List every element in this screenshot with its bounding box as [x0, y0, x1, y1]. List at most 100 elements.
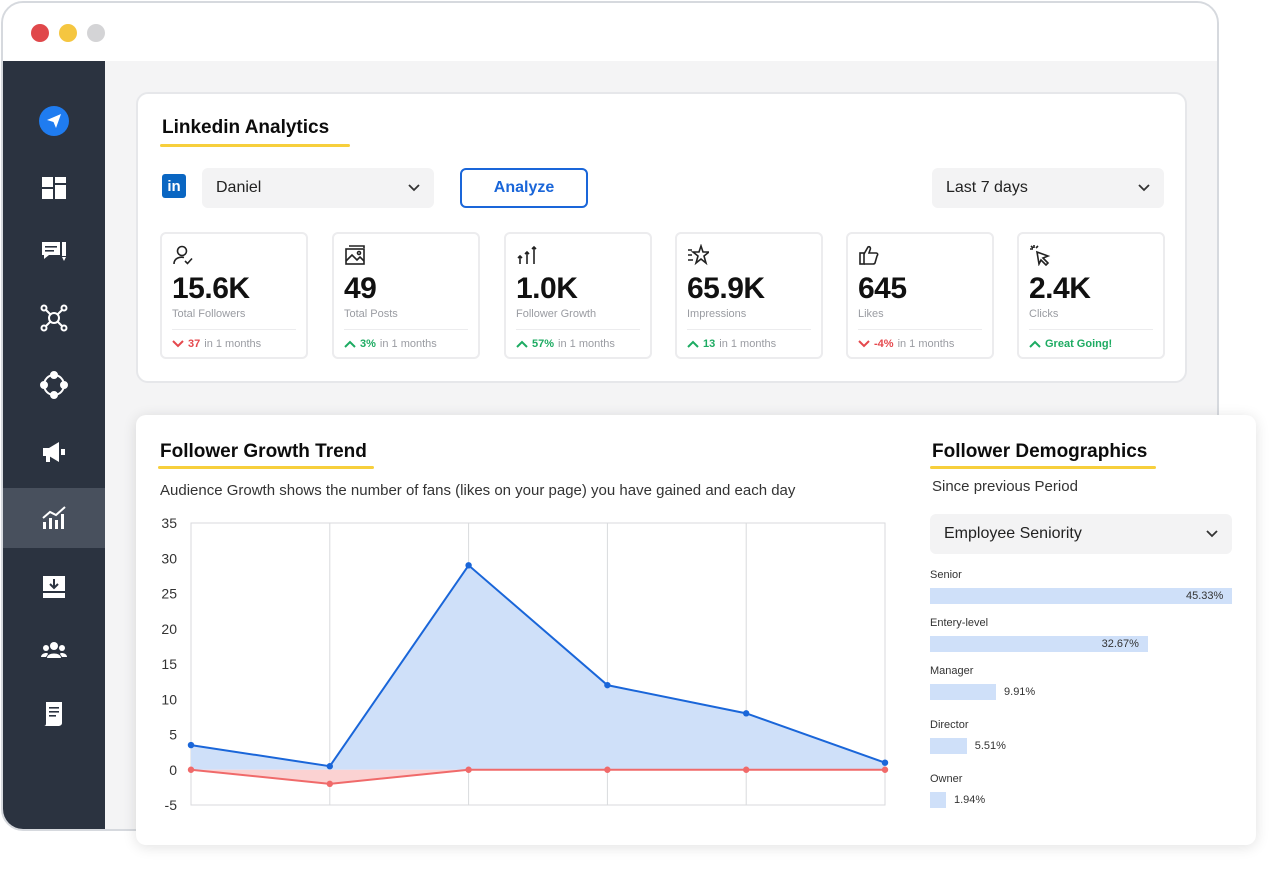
y-tick-label: 5 [169, 727, 177, 743]
divider [516, 329, 640, 330]
stat-label: Follower Growth [516, 308, 597, 320]
close-window-button[interactable] [31, 24, 49, 42]
demographic-percent: 5.51% [974, 740, 1006, 752]
data-point [326, 780, 333, 788]
stat-card-impressions: 65.9K Impressions 13 in 1 months [675, 232, 823, 359]
y-tick-label: 35 [161, 515, 177, 531]
change-period: in 1 months [204, 338, 262, 350]
data-point [465, 766, 472, 773]
network-icon [40, 304, 68, 332]
analytics-icon [42, 506, 66, 529]
y-tick-label: 15 [161, 656, 177, 672]
divider [1029, 329, 1153, 330]
star-lines-icon [688, 244, 709, 266]
stat-value: 49 [344, 272, 377, 305]
data-point [465, 562, 472, 569]
account-select[interactable]: Daniel [202, 168, 434, 208]
seniority-select-value: Employee Seniority [944, 525, 1082, 542]
y-tick-label: 30 [161, 550, 177, 566]
demographics-subtitle: Since previous Period [932, 478, 1078, 495]
stat-change: 3% in 1 months [344, 338, 437, 350]
change-value: 37 [188, 338, 201, 350]
stat-change: 57% in 1 months [516, 338, 615, 350]
thumbs-up-icon [859, 245, 879, 265]
chevron-up-icon [516, 340, 528, 348]
maximize-window-button[interactable] [87, 24, 105, 42]
stat-card-likes: 645 Likes -4% in 1 months [846, 232, 994, 359]
cycle-icon [40, 371, 68, 399]
period-select[interactable]: Last 7 days [932, 168, 1164, 208]
sidebar-item-network[interactable] [3, 288, 105, 348]
stat-card-total-posts: 49 Total Posts 3% in 1 months [332, 232, 480, 359]
chevron-down-icon [172, 340, 184, 348]
seniority-select[interactable]: Employee Seniority [930, 514, 1232, 554]
demographic-label: Senior [930, 569, 962, 581]
chat-icon [42, 242, 66, 261]
growth-description: Audience Growth shows the number of fans… [160, 482, 796, 499]
chevron-up-icon [1029, 340, 1041, 348]
send-icon [39, 106, 69, 136]
demographic-percent: 1.94% [954, 794, 986, 806]
sidebar-item-downloads[interactable] [3, 557, 105, 617]
chevron-up-icon [344, 340, 356, 348]
stat-value: 645 [858, 272, 907, 305]
divider [172, 329, 296, 330]
stat-label: Total Posts [344, 308, 398, 320]
sidebar-item-reports[interactable] [3, 684, 105, 744]
period-select-value: Last 7 days [946, 179, 1028, 196]
stat-card-follower-growth: 1.0K Follower Growth 57% in 1 months [504, 232, 652, 359]
title-underline [158, 466, 374, 469]
y-tick-label: -5 [165, 797, 178, 813]
divider [344, 329, 468, 330]
stat-label: Clicks [1029, 308, 1059, 320]
divider [858, 329, 982, 330]
y-tick-label: 20 [161, 621, 177, 637]
divider [687, 329, 811, 330]
stat-label: Total Followers [172, 308, 246, 320]
demographic-percent: 45.33% [1186, 590, 1224, 602]
sidebar-item-send[interactable] [3, 91, 105, 151]
document-icon [44, 702, 62, 726]
demographic-bar [930, 792, 946, 808]
chevron-down-icon [408, 184, 420, 192]
data-point [881, 766, 889, 773]
sidebar-item-campaigns[interactable] [3, 422, 105, 482]
data-point [604, 766, 611, 773]
data-point [187, 766, 195, 773]
change-period: in 1 months [897, 338, 955, 350]
change-value: -4% [874, 338, 894, 350]
megaphone-icon [43, 442, 65, 462]
sidebar-item-cycle[interactable] [3, 355, 105, 415]
data-point [743, 766, 750, 773]
analyze-button[interactable]: Analyze [460, 168, 588, 208]
series-area [191, 565, 885, 770]
demographics-title: Follower Demographics [932, 441, 1148, 462]
minimize-window-button[interactable] [59, 24, 77, 42]
team-icon [41, 642, 67, 658]
demographic-bar [930, 738, 967, 754]
stat-value: 2.4K [1029, 272, 1091, 305]
demographic-label: Director [930, 719, 969, 731]
image-icon [345, 245, 365, 265]
inbox-download-icon [43, 576, 65, 598]
demographic-percent: 9.91% [1004, 686, 1036, 698]
data-point [326, 763, 333, 770]
chevron-down-icon [858, 340, 870, 348]
change-period: in 1 months [719, 338, 777, 350]
chevron-up-icon [687, 340, 699, 348]
sidebar-item-messages[interactable] [3, 222, 105, 282]
y-tick-label: 10 [161, 691, 177, 707]
change-period: in 1 months [558, 338, 615, 350]
change-value: 13 [703, 338, 716, 350]
demographic-label: Manager [930, 665, 974, 677]
follower-growth-chart: 35 30 25 20 15 10 5 0 -5 [161, 515, 889, 813]
sidebar-item-dashboard[interactable] [3, 158, 105, 218]
change-value: Great Going! [1045, 338, 1113, 350]
sidebar-item-analytics[interactable] [3, 488, 105, 548]
sidebar [3, 61, 105, 829]
data-point [881, 759, 889, 766]
demographic-label: Entery-level [930, 617, 989, 629]
chevron-down-icon [1206, 530, 1218, 538]
change-period: in 1 months [379, 338, 437, 350]
sidebar-item-team[interactable] [3, 621, 105, 681]
